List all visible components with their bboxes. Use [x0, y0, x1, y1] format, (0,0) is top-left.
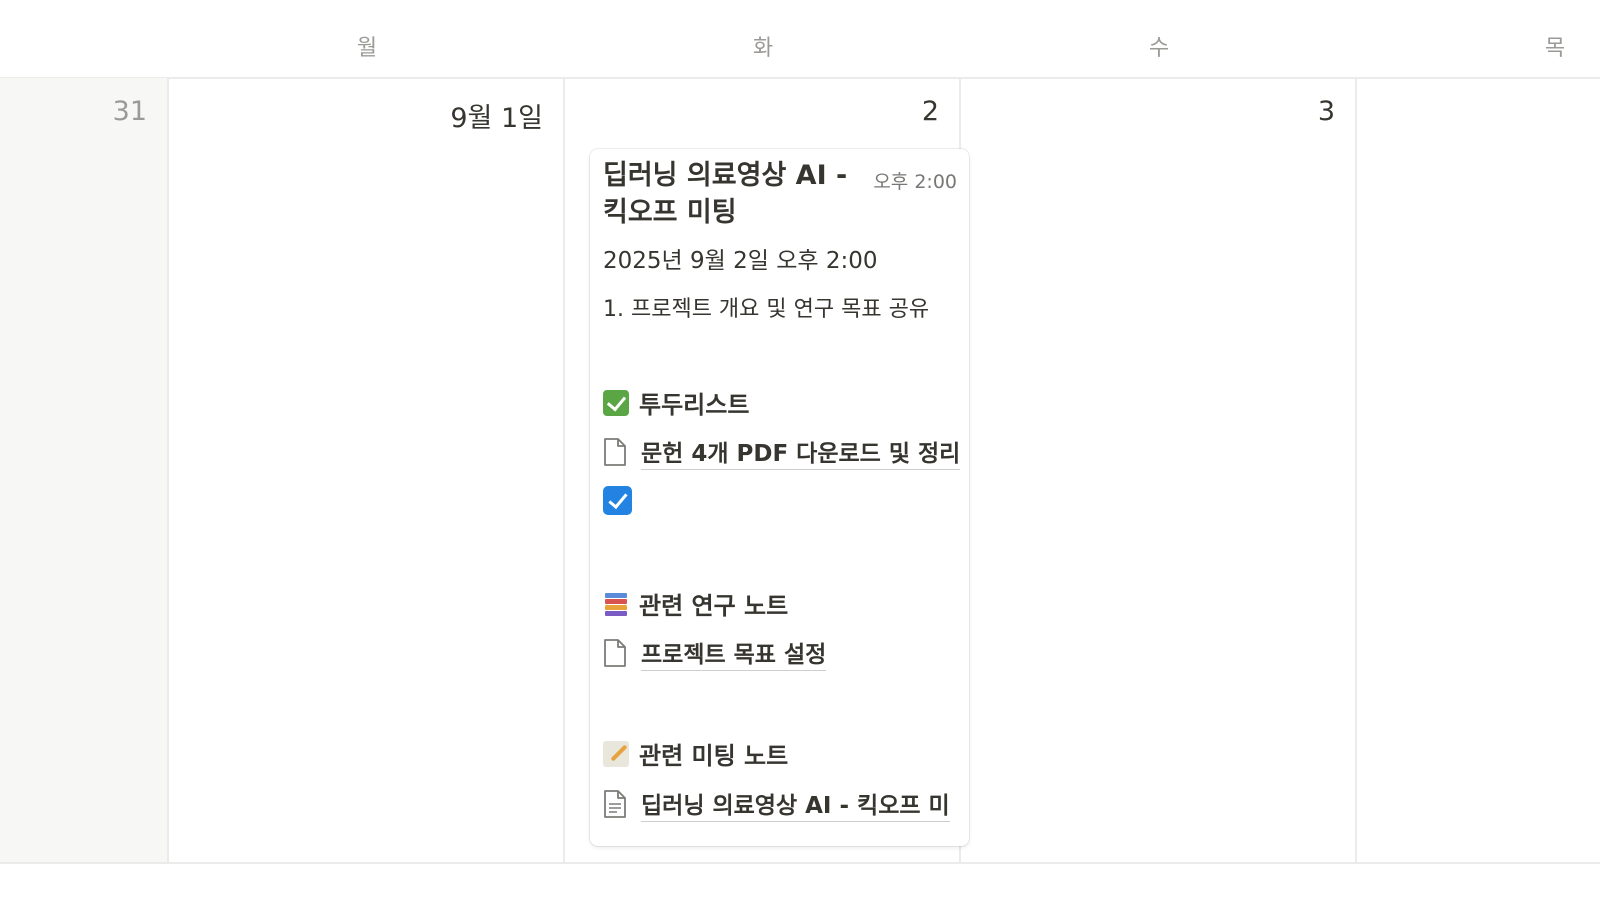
date-number: 31 [112, 96, 147, 127]
event-time: 오후 2:00 [873, 171, 957, 193]
weekday-wed: 수 [1148, 36, 1170, 61]
green-checkmark-icon [603, 389, 629, 416]
day-cell-aug-31[interactable]: 31 [0, 78, 169, 862]
weekday-tue: 화 [752, 36, 774, 61]
section-todo: 투두리스트 [603, 385, 749, 420]
research-link-text: 프로젝트 목표 설정 [641, 635, 827, 671]
section-todo-label: 투두리스트 [639, 391, 750, 419]
meeting-link-text: 딥러닝 의료영상 AI - 킥오프 미 [641, 786, 950, 822]
day-cell-sep-3[interactable]: 3 [961, 78, 1357, 862]
date-number: 9월 1일 [450, 103, 543, 134]
day-cell-sep-1[interactable]: 9월 1일 [169, 78, 565, 862]
meeting-link[interactable]: 딥러닝 의료영상 AI - 킥오프 미 [603, 786, 950, 822]
page-icon [604, 438, 626, 466]
event-description: 1. 프로젝트 개요 및 연구 목표 공유 [603, 297, 930, 322]
section-meeting: 관련 미팅 노트 [603, 736, 788, 771]
section-meeting-label: 관련 미팅 노트 [639, 742, 789, 770]
books-icon [603, 591, 629, 617]
event-card[interactable]: 딥러닝 의료영상 AI - 킥오프 미팅 오후 2:00 2025년 9월 2일… [590, 149, 969, 846]
page-text-icon [604, 790, 626, 818]
section-research: 관련 연구 노트 [603, 586, 788, 621]
event-date-property: 2025년 9월 2일 오후 2:00 [603, 248, 878, 274]
page-icon [604, 639, 626, 667]
weekday-thu: 목 [1544, 36, 1566, 61]
weekday-header: 월 화 수 목 [0, 0, 1600, 79]
day-cell-sep-4[interactable] [1357, 78, 1600, 862]
todo-link[interactable]: 문헌 4개 PDF 다운로드 및 정리 [603, 434, 961, 470]
date-number: 2 [921, 96, 939, 127]
todo-checkbox[interactable] [603, 486, 632, 515]
research-link[interactable]: 프로젝트 목표 설정 [603, 635, 827, 671]
section-research-label: 관련 연구 노트 [639, 592, 789, 620]
weekday-mon: 월 [356, 36, 378, 61]
todo-link-text: 문헌 4개 PDF 다운로드 및 정리 [641, 434, 961, 470]
event-title: 딥러닝 의료영상 AI - 킥오프 미팅 [603, 160, 848, 228]
memo-icon [603, 740, 629, 767]
date-number: 3 [1317, 96, 1335, 127]
